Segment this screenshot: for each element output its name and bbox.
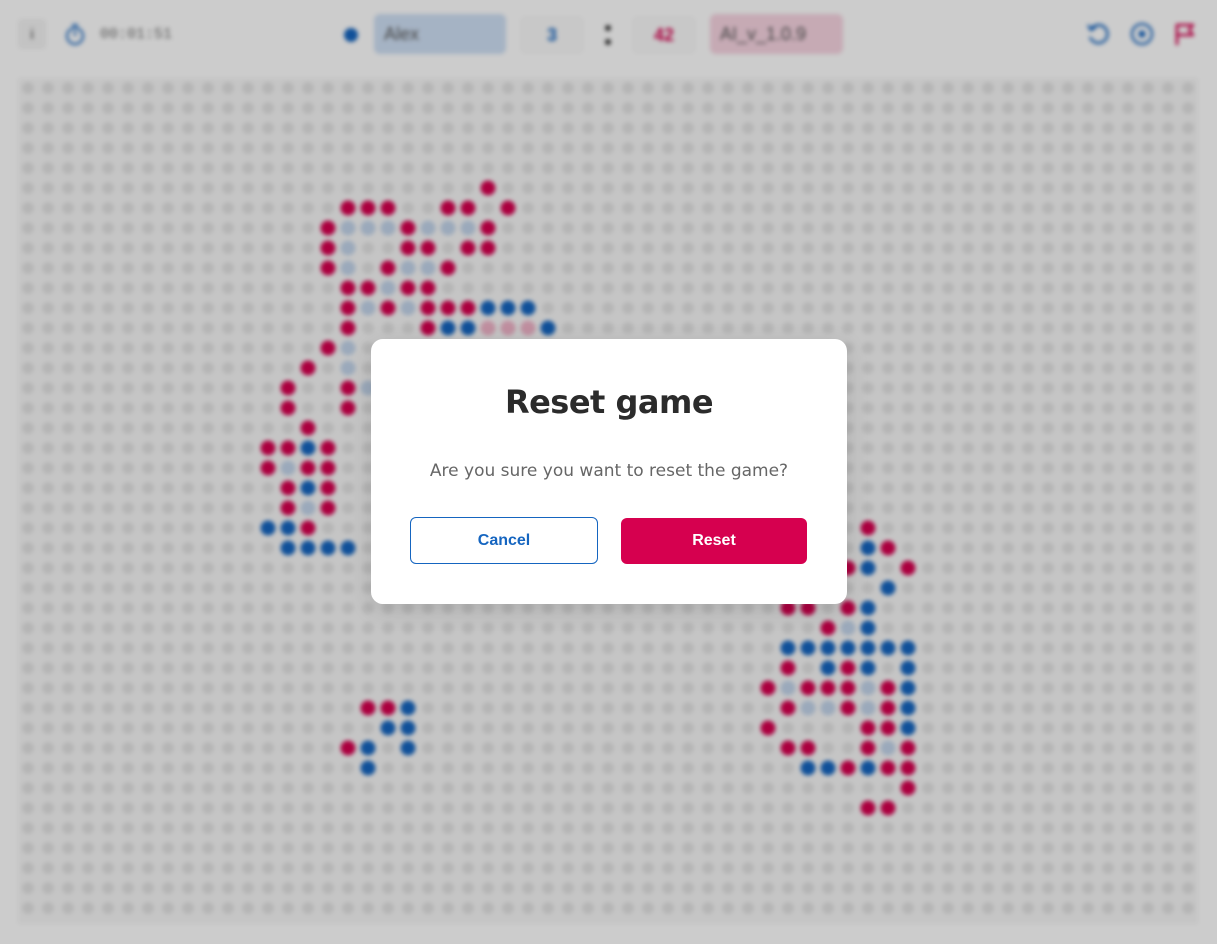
dialog-title: Reset game — [504, 383, 714, 421]
modal-overlay: Reset game Are you sure you want to rese… — [0, 0, 1217, 944]
cancel-button[interactable]: Cancel — [410, 517, 598, 564]
reset-button[interactable]: Reset — [621, 518, 807, 564]
reset-game-dialog: Reset game Are you sure you want to rese… — [371, 339, 847, 604]
dialog-message: Are you sure you want to reset the game? — [429, 461, 789, 481]
